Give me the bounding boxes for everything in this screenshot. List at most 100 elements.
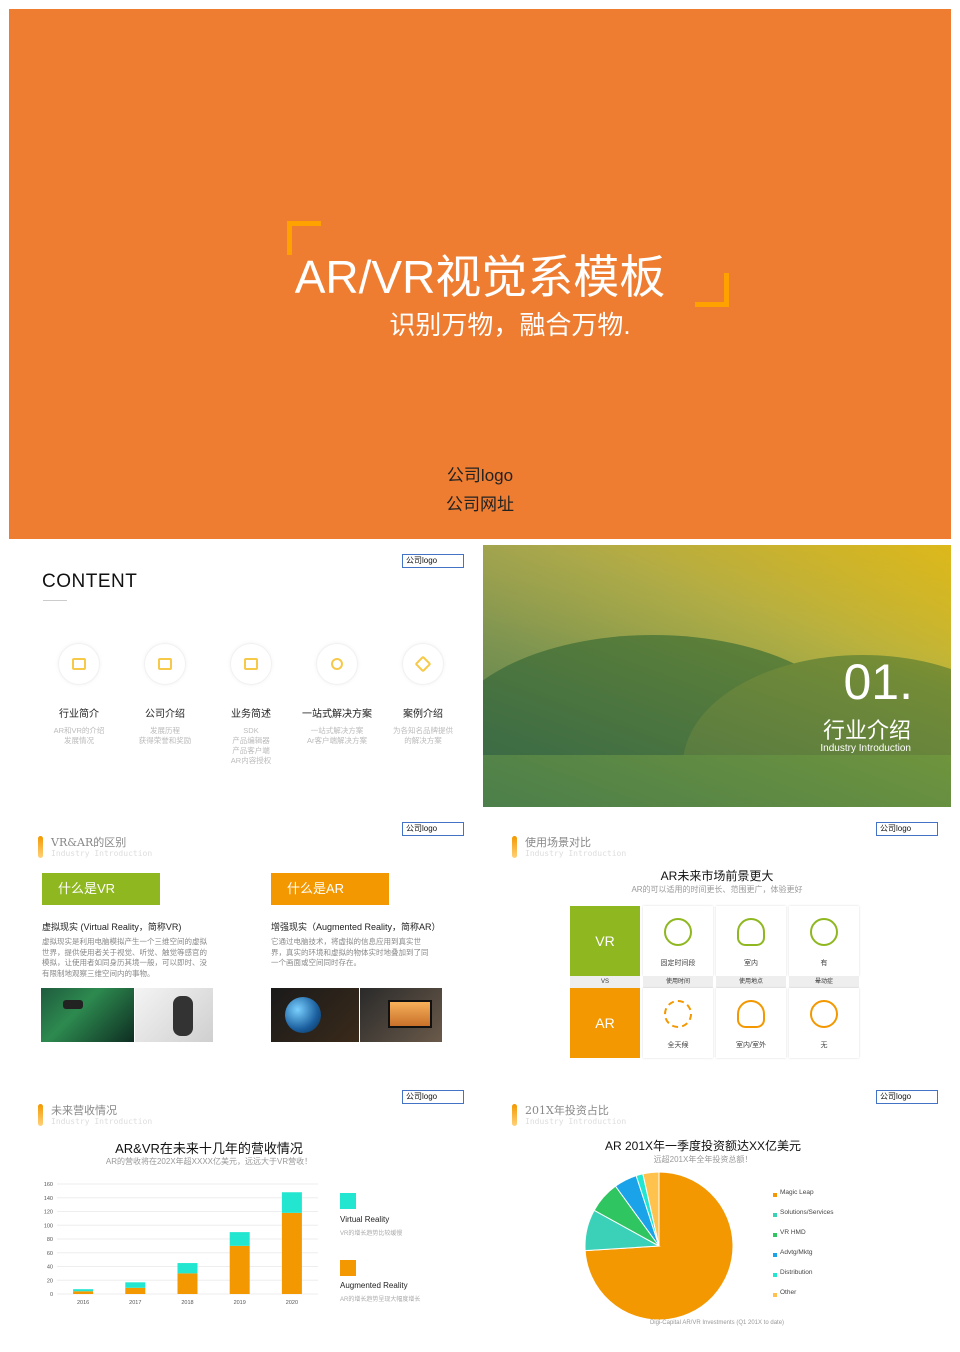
- bar-segment: [281, 1192, 302, 1213]
- y-tick-label: 100: [44, 1223, 53, 1229]
- document-icon: [72, 658, 86, 670]
- legend-vr-desc: VR的增长趋势比较缓慢: [340, 1231, 403, 1237]
- ar-description-body: 它通过电脑技术，将虚拟的信息应用到真实世 界，真实的环境和虚拟的物体实时地叠加到了…: [271, 937, 429, 967]
- invest-heading: AR 201X年一季度投资额达XX亿美元: [604, 1139, 802, 1153]
- slide-title: 201X年投资占比: [525, 1104, 609, 1117]
- x-tick-label: 2020: [286, 1300, 298, 1306]
- slide-subtitle: Industry Introduction: [525, 1117, 627, 1126]
- revenue-slide: 公司logo 未来营收情况 Industry Introduction AR&V…: [9, 1086, 475, 1344]
- scene-heading: AR未来市场前景更大: [660, 869, 774, 883]
- vr-label-cell: VR: [570, 906, 640, 976]
- vr-cell-sickness: 有: [789, 906, 859, 976]
- content-item-circle: [58, 643, 100, 685]
- vrar-slide: 公司logo VR&AR的区别 Industry Introduction 什么…: [9, 818, 475, 1064]
- diamond-icon: [414, 655, 432, 673]
- pie-legend-label: Solutions/Services: [780, 1209, 834, 1216]
- content-item-desc: AR和VR的介绍 发展情况: [53, 726, 105, 745]
- bar-segment: [177, 1273, 198, 1294]
- content-item[interactable]: 业务简述 SDK 产品编辑器 产品客户端 AR内容授权: [211, 643, 291, 766]
- wallet-icon: [158, 658, 172, 670]
- invest-slide: 公司logo 201X年投资占比 Industry Introduction A…: [483, 1086, 951, 1344]
- revenue-heading-sub: AR的营收将在202X年超XXXX亿美元，远远大于VR营收！: [105, 1157, 313, 1166]
- bar-segment: [125, 1282, 146, 1288]
- legend-vr-swatch: [340, 1193, 356, 1209]
- company-logo-box: 公司logo: [402, 822, 464, 836]
- content-slide: 公司logo CONTENT 行业简介 AR和VR的介绍 发展情况 公司介绍 发展历程获…: [9, 545, 475, 807]
- scene-slide: 公司logo 使用场景对比 Industry Introduction AR未来…: [483, 818, 951, 1064]
- slide-title: VR&AR的区别: [51, 836, 127, 849]
- ar-cell-sickness: 无: [789, 988, 859, 1058]
- vr-user-photo: [135, 988, 213, 1042]
- content-item-desc: 一站式解决方案 Ar客户端解决方案: [307, 726, 367, 745]
- title-accent-bar: [38, 836, 43, 858]
- pie-legend-swatch: [773, 1233, 777, 1237]
- pie-legend-swatch: [773, 1273, 777, 1277]
- y-tick-label: 160: [44, 1182, 53, 1188]
- content-item[interactable]: 行业简介 AR和VR的介绍 发展情况: [39, 643, 119, 746]
- strip-label: 使用地点: [716, 976, 786, 988]
- x-tick-label: 2016: [77, 1300, 89, 1306]
- y-tick-label: 60: [47, 1251, 53, 1257]
- pie-legend-label: Distribution: [780, 1269, 813, 1276]
- vr-description-body: 虚拟现实是利用电脑模拟产生一个三维空间的虚拟 世界，提供使用者关于视觉、听觉、触觉…: [42, 937, 207, 978]
- search-icon: [331, 658, 343, 670]
- content-item[interactable]: 一站式解决方案 一站式解决方案 Ar客户端解决方案: [297, 643, 377, 746]
- vr-headset-photo: [41, 988, 134, 1042]
- vr-cell-time: 固定时间段: [643, 906, 713, 976]
- pie-legend-label: Other: [780, 1289, 797, 1296]
- bar-segment: [229, 1232, 250, 1246]
- y-tick-label: 80: [47, 1237, 53, 1243]
- ar-tablet-photo: [360, 988, 442, 1042]
- cover-title: AR/VR视觉系模板: [294, 251, 666, 303]
- content-item-desc: 为各知名品牌提供 的解决方案: [393, 726, 453, 745]
- title-underline: [43, 600, 67, 601]
- bar-segment: [73, 1291, 94, 1294]
- strip-label: 使用时间: [643, 976, 713, 988]
- revenue-bar-chart: 0 20 40 60 80 100 120 140 160 2016 2017 2018 2019 202…: [44, 1182, 318, 1306]
- section-title: 行业介绍: [822, 718, 911, 743]
- cover-subtitle: 识别万物，融合万物.: [389, 310, 631, 340]
- bar-segment: [229, 1245, 250, 1294]
- legend-ar-swatch: [340, 1260, 356, 1276]
- globe-icon: [285, 997, 321, 1033]
- legend-ar-desc: AR的增长趋势呈现大幅度增长: [340, 1297, 421, 1303]
- lightbulb-icon: [737, 918, 765, 946]
- content-item-label: 业务简述: [231, 709, 271, 720]
- title-accent-bar: [38, 1104, 43, 1126]
- ar-cell-time: 全天候: [643, 988, 713, 1058]
- smile-face-icon: [810, 1000, 838, 1028]
- content-item[interactable]: 案例介绍 为各知名品牌提供 的解决方案: [383, 643, 463, 746]
- slide-subtitle: Industry Introduction: [525, 849, 627, 858]
- image-icon: [244, 658, 258, 670]
- cover-slide: AR/VR视觉系模板 识别万物，融合万物. 公司logo 公司网址: [9, 9, 951, 539]
- bulb-sun-icon: [737, 1000, 765, 1028]
- cycle-icon: [664, 1000, 692, 1028]
- content-item-desc: SDK 产品编辑器 产品客户端 AR内容授权: [230, 726, 272, 765]
- content-item[interactable]: 公司介绍 发展历程 获得荣誉和奖励: [125, 643, 205, 746]
- y-tick-label: 120: [44, 1210, 53, 1216]
- section-subtitle: Industry Introduction: [820, 743, 911, 754]
- pie-legend-swatch: [773, 1253, 777, 1257]
- title-accent-bar: [512, 1104, 517, 1126]
- y-tick-label: 0: [50, 1292, 53, 1298]
- ar-cell-place: 室内/室外: [716, 988, 786, 1058]
- section-number: 01.: [843, 654, 913, 710]
- content-item-label: 公司介绍: [145, 709, 185, 720]
- tablet-icon: [388, 1000, 432, 1028]
- content-item-circle: [402, 643, 444, 685]
- x-tick-label: 2017: [129, 1300, 141, 1306]
- pie-legend-label: VR HMD: [780, 1229, 806, 1236]
- content-item-circle: [316, 643, 358, 685]
- slide-subtitle: Industry Introduction: [51, 1117, 153, 1126]
- company-logo-box: 公司logo: [402, 554, 464, 568]
- ar-description-title: 增强现实（Augmented Reality，简称AR）: [271, 922, 441, 932]
- pie-legend-swatch: [773, 1213, 777, 1217]
- legend-ar-name: Augmented Reality: [340, 1281, 408, 1290]
- content-item-circle: [144, 643, 186, 685]
- content-title: CONTENT: [42, 571, 138, 592]
- bar-segment: [281, 1212, 302, 1294]
- cover-logo-text: 公司logo: [446, 466, 514, 485]
- clock-icon: [664, 918, 692, 946]
- section-slide: 01. 行业介绍 Industry Introduction: [483, 545, 951, 807]
- vs-label: VS: [570, 976, 640, 988]
